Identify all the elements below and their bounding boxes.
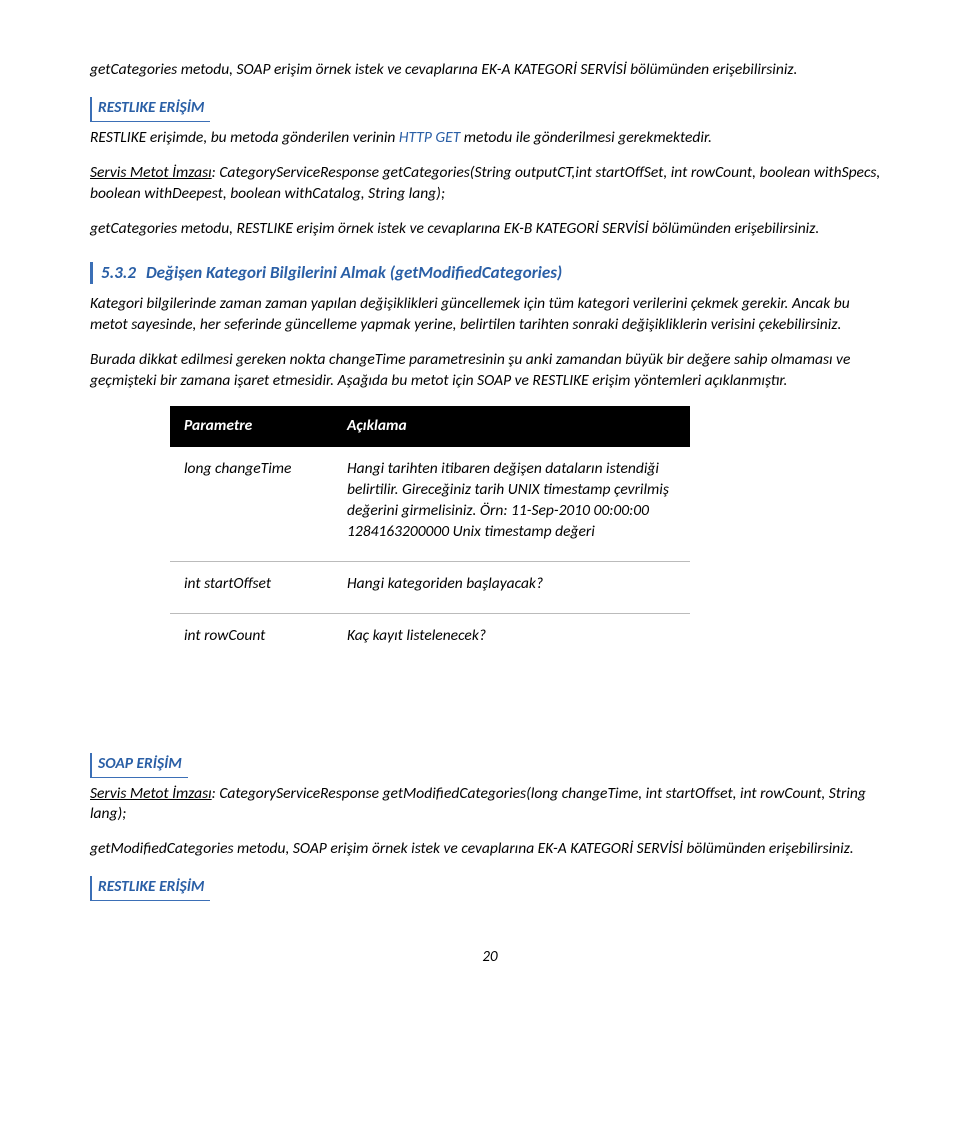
page-number: 20 [90,947,890,967]
text: RESTLIKE erişimde, bu metoda gönderilen … [90,128,399,147]
table-row: int rowCount Kaç kayıt listelenecek? [170,613,690,664]
text: metodu ile gönderilmesi gerekmektedir. [460,128,712,147]
param-desc: Hangi tarihten itibaren değişen dataları… [333,447,690,561]
paragraph: RESTLIKE erişimde, bu metoda gönderilen … [90,128,890,149]
param-name: int startOffset [170,561,333,613]
paragraph: Burada dikkat edilmesi gereken nokta cha… [90,350,890,392]
section-label-restlike: RESTLIKE ERİŞİM [90,97,210,122]
param-name: int rowCount [170,613,333,664]
heading-title: Değişen Kategori Bilgilerini Almak (getM… [146,262,562,283]
heading-number: 5.3.2 [101,262,136,283]
http-method-text: HTTP GET [399,128,460,147]
method-signature: Servis Metot İmzası: CategoryServiceResp… [90,163,890,205]
param-name: long changeTime [170,447,333,561]
param-desc: Kaç kayıt listelenecek? [333,613,690,664]
table-header-aciklama: Açıklama [333,406,690,447]
spacer [90,671,890,751]
table-row: int startOffset Hangi kategoriden başlay… [170,561,690,613]
table-row: long changeTime Hangi tarihten itibaren … [170,447,690,561]
signature-label: Servis Metot İmzası [90,784,212,803]
heading-5-3-2: 5.3.2 Değişen Kategori Bilgilerini Almak … [90,262,890,285]
table-header-parametre: Parametre [170,406,333,447]
paragraph: Kategori bilgilerinde zaman zaman yapıla… [90,294,890,336]
paragraph: getCategories metodu, SOAP erişim örnek … [90,60,890,81]
paragraph: getModifiedCategories metodu, SOAP erişi… [90,839,890,860]
signature-label: Servis Metot İmzası [90,163,212,182]
method-signature: Servis Metot İmzası: CategoryServiceResp… [90,784,890,826]
parameters-table: Parametre Açıklama long changeTime Hangi… [170,406,690,664]
section-label-soap: SOAP ERİŞİM [90,753,188,778]
param-desc: Hangi kategoriden başlayacak? [333,561,690,613]
table-header-row: Parametre Açıklama [170,406,690,447]
paragraph: getCategories metodu, RESTLIKE erişim ör… [90,219,890,240]
section-label-restlike-2: RESTLIKE ERİŞİM [90,876,210,901]
